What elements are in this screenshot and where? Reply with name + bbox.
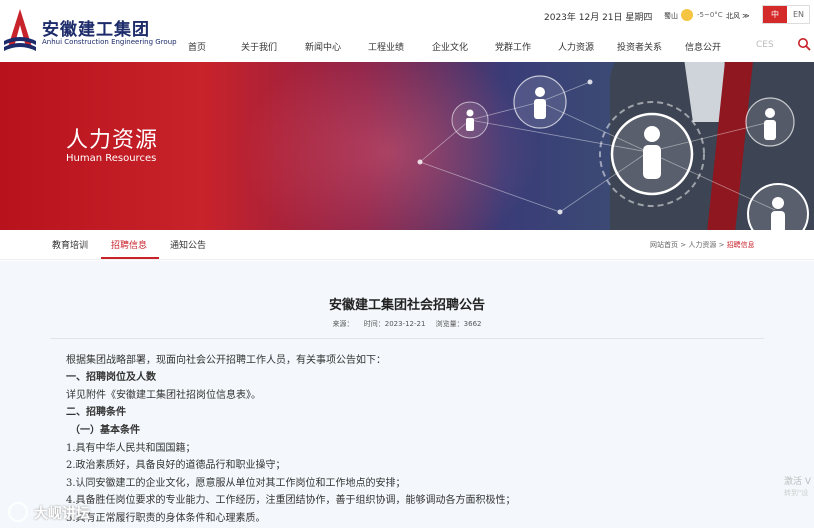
weather-temp: -5~0°C xyxy=(697,11,723,19)
tab-notices[interactable]: 通知公告 xyxy=(170,238,206,251)
nav-news[interactable]: 新闻中心 xyxy=(305,40,341,53)
logo-mark-icon xyxy=(4,9,36,51)
nav-projects[interactable]: 工程业绩 xyxy=(368,40,404,53)
article-list-item: 3.认同安徽建工的企业文化，愿意服从单位对其工作岗位和工作地点的安排； xyxy=(66,478,406,489)
nav-home[interactable]: 首页 xyxy=(188,40,206,53)
sun-icon xyxy=(681,9,693,21)
nav-investors[interactable]: 投资者关系 xyxy=(617,40,662,53)
breadcrumb-sep: > xyxy=(718,241,725,249)
person-node-icon xyxy=(451,101,489,139)
weather-widget[interactable]: 蜀山 -5~0°C 北风 ≫ xyxy=(664,8,774,24)
lang-en-button[interactable]: EN xyxy=(787,6,810,23)
person-node-main-icon xyxy=(599,101,705,207)
nav-disclosure[interactable]: 信息公开 xyxy=(685,40,721,53)
banner-subtitle: Human Resources xyxy=(66,153,157,164)
person-node-icon xyxy=(747,183,809,230)
tab-training[interactable]: 教育培训 xyxy=(52,238,88,251)
article-list-item: 4.具备胜任岗位要求的专业能力、工作经历，注重团结协作，善于组织协调，能够调动各… xyxy=(66,495,516,506)
breadcrumb-section[interactable]: 人力资源 xyxy=(688,241,716,249)
article-heading: 一、招聘岗位及人数 xyxy=(66,372,156,383)
nav-about[interactable]: 关于我们 xyxy=(241,40,277,53)
breadcrumb-current: 招聘信息 xyxy=(726,241,755,249)
language-switch: 中 EN xyxy=(762,5,810,24)
article-list-item: 2.政治素质好，具备良好的道德品行和职业操守； xyxy=(66,460,286,471)
breadcrumb-home[interactable]: 网站首页 xyxy=(650,241,678,249)
article-meta: 来源： 时间：2023-12-21 浏览量：3662 xyxy=(0,319,814,329)
brand-watermark: 大岘讲坛 xyxy=(8,500,118,524)
logo[interactable]: 安徽建工集团 Anhui Construction Engineering Gr… xyxy=(0,7,177,55)
lang-zh-button[interactable]: 中 xyxy=(763,6,787,23)
nav-culture[interactable]: 企业文化 xyxy=(432,40,468,53)
logo-text-cn: 安徽建工集团 xyxy=(42,20,150,40)
person-node-icon xyxy=(513,75,567,129)
banner-title: 人力资源 xyxy=(66,128,159,153)
article-views: 浏览量：3662 xyxy=(435,320,482,328)
hero-banner: 人力资源 Human Resources xyxy=(0,62,814,230)
breadcrumb-sep: > xyxy=(680,241,687,249)
article-paragraph: 根据集团战略部署，现面向社会公开招聘工作人员，有关事项公告如下： xyxy=(66,355,386,366)
nav-hr[interactable]: 人力资源 xyxy=(558,40,594,53)
watermark-text: 大岘讲坛 xyxy=(34,506,90,522)
nav-ces[interactable]: CES xyxy=(756,40,774,50)
divider xyxy=(50,338,764,339)
site-header: 安徽建工集团 Anhui Construction Engineering Gr… xyxy=(0,0,814,62)
article-list-item: 1.具有中华人民共和国国籍； xyxy=(66,443,196,454)
current-date: 2023年 12月 21日 星期四 xyxy=(544,13,653,23)
section-subnav: 教育培训 招聘信息 通知公告 网站首页 > 人力资源 > 招聘信息 xyxy=(0,230,814,260)
article-title: 安徽建工集团社会招聘公告 xyxy=(328,298,485,313)
article-area: 安徽建工集团社会招聘公告 来源： 时间：2023-12-21 浏览量：3662 … xyxy=(0,261,814,528)
article-source: 来源： xyxy=(332,320,354,328)
search-icon[interactable] xyxy=(797,37,811,51)
weather-city: 蜀山 xyxy=(664,12,678,20)
article-heading: 二、招聘条件 xyxy=(66,407,126,418)
article-paragraph: 详见附件《安徽建工集团社招岗位信息表》。 xyxy=(66,390,261,401)
nav-party[interactable]: 党群工作 xyxy=(495,40,531,53)
activation-watermark-sub: 转到"设 xyxy=(784,489,809,497)
person-node-icon xyxy=(745,97,795,147)
tab-recruitment[interactable]: 招聘信息 xyxy=(111,238,147,251)
article-time: 时间：2023-12-21 xyxy=(363,320,426,328)
watermark-logo-icon xyxy=(8,502,28,522)
logo-text-en: Anhui Construction Engineering Group xyxy=(42,38,177,46)
active-tab-indicator xyxy=(101,257,159,259)
breadcrumb: 网站首页 > 人力资源 > 招聘信息 xyxy=(650,240,755,250)
activation-watermark: 激活 V xyxy=(784,477,812,487)
article-subheading: （一）基本条件 xyxy=(70,425,140,436)
weather-wind: 北风 ≫ xyxy=(726,12,750,20)
